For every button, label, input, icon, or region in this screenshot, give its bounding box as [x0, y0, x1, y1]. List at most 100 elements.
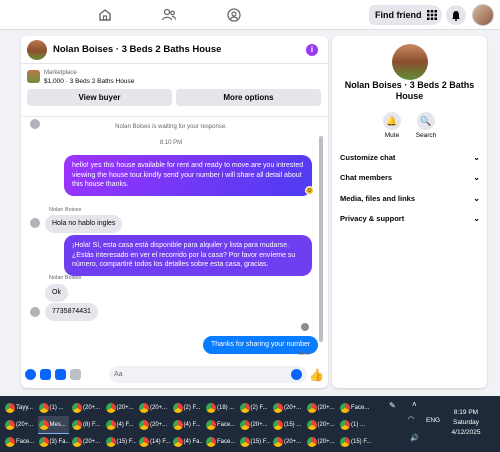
taskbar-window-button[interactable]: (3) Fa...	[38, 433, 69, 451]
marketplace-label: Marketplace	[44, 70, 77, 76]
taskbar-window-button[interactable]: (20+...	[306, 416, 338, 434]
incoming-message[interactable]: 7735874431	[45, 303, 98, 321]
outgoing-message[interactable]: ¡Hola! Sí, esta casa está disponible par…	[64, 235, 312, 276]
outgoing-message[interactable]: hello! yes this house available for rent…	[64, 155, 312, 196]
search-icon: 🔍	[417, 112, 435, 130]
notifications-button[interactable]	[446, 5, 466, 25]
message-feed[interactable]: Nolan Boises is waiting for your respons…	[21, 118, 328, 357]
taskbar-window-button[interactable]: (2) F...	[239, 399, 271, 417]
top-nav: Find friends	[0, 0, 500, 30]
grid-icon	[427, 10, 437, 20]
taskbar-window-button[interactable]: (20+...	[272, 399, 304, 417]
sender-name: Nolan Boises	[49, 207, 82, 213]
volume-icon[interactable]: 🔊	[410, 434, 419, 442]
chevron-down-icon: ⌄	[473, 173, 480, 182]
sender-avatar	[30, 218, 40, 228]
scrollbar[interactable]	[319, 136, 323, 342]
customize-chat-row[interactable]: Customize chat ⌄	[340, 148, 480, 168]
taskbar-window-button[interactable]: (4) F...	[172, 416, 204, 434]
taskbar-window-button[interactable]: (4) F...	[105, 416, 137, 434]
clock-time[interactable]: 8:19 PM	[446, 409, 486, 416]
clock-date[interactable]: 4/12/2025	[446, 429, 486, 436]
timestamp: 8:10 PM	[159, 140, 183, 146]
groups-icon[interactable]	[226, 7, 242, 23]
message-input[interactable]: Aa	[109, 366, 307, 383]
mute-button[interactable]: 🔔 Mute	[375, 112, 409, 139]
windows-taskbar: Tayy... (1) ... (20+... (20+... (20+... (2) F…	[0, 396, 500, 452]
taskbar-window-button[interactable]: (15) F...	[105, 433, 136, 451]
taskbar-window-button[interactable]: (14) F...	[138, 433, 170, 451]
listing-price-title[interactable]: $1,000 · 3 Beds 2 Baths House	[44, 78, 134, 85]
taskbar-window-button[interactable]: (15) ...	[272, 416, 304, 434]
menu-grid-button[interactable]	[422, 5, 442, 25]
emoji-icon[interactable]	[291, 369, 302, 380]
sender-name: Nolan Boises	[49, 275, 82, 281]
taskbar-window-button[interactable]: (15) F...	[239, 433, 270, 451]
message-status: Sent	[298, 351, 310, 357]
add-icon[interactable]	[25, 369, 36, 380]
photo-icon[interactable]	[40, 369, 51, 380]
sticker-icon[interactable]	[55, 369, 66, 380]
house-thumbnail[interactable]	[27, 40, 47, 60]
clock-day[interactable]: Saturday	[446, 419, 486, 426]
taskbar-window-button[interactable]: (2) F...	[172, 399, 204, 417]
taskbar-window-button[interactable]: (20+...	[239, 416, 271, 434]
bell-icon: 🔔	[383, 112, 401, 130]
chevron-up-icon[interactable]: ˄	[412, 400, 417, 409]
info-icon[interactable]: i	[306, 44, 318, 56]
gif-icon[interactable]	[70, 369, 81, 380]
taskbar-window-button[interactable]: (15) F...	[339, 433, 371, 451]
row-label: Customize chat	[340, 153, 396, 162]
taskbar-window-button[interactable]: (20+...	[4, 416, 36, 434]
taskbar-window-button[interactable]: (18) ...	[205, 399, 237, 417]
row-label: Chat members	[340, 173, 393, 182]
reaction-emoji-icon[interactable]: ☺	[305, 186, 314, 195]
taskbar-window-button[interactable]: (4) Fa...	[172, 433, 203, 451]
chat-header: Nolan Boises · 3 Beds 2 Baths House i	[21, 36, 328, 64]
waiting-notice: Nolan Boises is waiting for your respons…	[115, 124, 227, 130]
conversation-avatar[interactable]	[392, 44, 428, 80]
taskbar-window-button[interactable]: (20+...	[272, 433, 304, 451]
tray-icon[interactable]: ✎	[389, 401, 396, 410]
taskbar-window-button[interactable]: Face...	[4, 433, 36, 451]
taskbar-window-button[interactable]: (1) ...	[339, 416, 371, 434]
wifi-icon[interactable]: ◠	[408, 415, 414, 423]
incoming-message[interactable]: Ok	[45, 284, 68, 302]
more-options-button[interactable]: More options	[176, 89, 321, 106]
chat-title[interactable]: Nolan Boises · 3 Beds 2 Baths House	[53, 44, 221, 55]
chat-window: Nolan Boises · 3 Beds 2 Baths House i Ma…	[21, 36, 328, 388]
taskbar-window-button[interactable]: (20+...	[306, 433, 338, 451]
friends-icon[interactable]	[161, 7, 177, 23]
taskbar-window-button[interactable]: (20+...	[138, 416, 170, 434]
chat-members-row[interactable]: Chat members ⌄	[340, 168, 480, 188]
taskbar-window-button[interactable]: (20+...	[71, 433, 103, 451]
taskbar-window-button[interactable]: Face...	[339, 399, 371, 417]
home-icon[interactable]	[97, 7, 113, 23]
taskbar-window-button[interactable]: (20+...	[105, 399, 137, 417]
listing-thumbnail[interactable]	[27, 70, 40, 83]
profile-avatar[interactable]	[472, 4, 494, 26]
taskbar-window-button[interactable]: (20+...	[306, 399, 338, 417]
row-label: Privacy & support	[340, 214, 405, 223]
conversation-details-panel: Nolan Boises · 3 Beds 2 Baths House 🔔 Mu…	[332, 36, 487, 388]
chevron-down-icon: ⌄	[473, 214, 480, 223]
taskbar-window-button[interactable]: (20+...	[138, 399, 170, 417]
privacy-support-row[interactable]: Privacy & support ⌄	[340, 209, 480, 229]
taskbar-window-button[interactable]: Tayy...	[4, 399, 36, 417]
bell-icon	[452, 10, 460, 21]
taskbar-window-button[interactable]: Face...	[205, 416, 237, 434]
taskbar-window-button[interactable]: (20+...	[71, 399, 103, 417]
incoming-message[interactable]: Hola no hablo ingles	[45, 215, 123, 233]
taskbar-window-button[interactable]: (1) ...	[38, 399, 70, 417]
media-files-links-row[interactable]: Media, files and links ⌄	[340, 189, 480, 209]
search-button[interactable]: 🔍 Search	[409, 112, 443, 139]
row-label: Media, files and links	[340, 194, 416, 203]
language-indicator[interactable]: ENG	[426, 417, 440, 424]
taskbar-window-button[interactable]: (8) F...	[71, 416, 103, 434]
taskbar-window-button[interactable]: Face...	[205, 433, 237, 451]
like-icon[interactable]: 👍	[309, 368, 324, 382]
composer: Aa 👍	[21, 362, 328, 388]
taskbar-window-button[interactable]: Mes...	[37, 416, 69, 434]
conversation-name: Nolan Boises · 3 Beds 2 Baths House	[344, 80, 475, 101]
view-buyer-button[interactable]: View buyer	[27, 89, 172, 106]
